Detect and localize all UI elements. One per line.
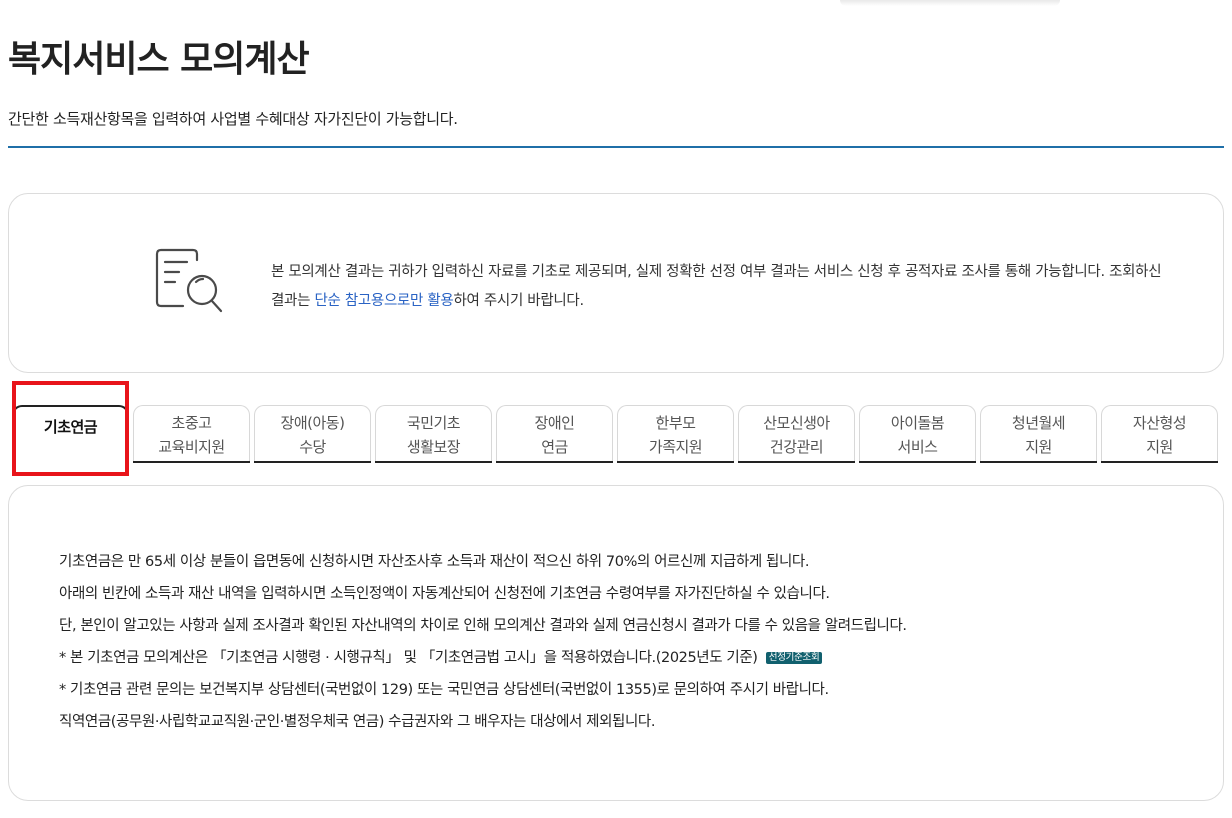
tab-label-line1: 산모신생아 [763, 413, 830, 432]
tab-label-line2: 교육비지원 [158, 437, 225, 456]
tab-label-line2: 건강관리 [769, 437, 824, 456]
tab-label-line1: 장애인 [534, 413, 575, 432]
tab-child-care-service[interactable]: 아이돌봄 서비스 [859, 405, 976, 463]
tab-label-line1: 자산형성 [1132, 413, 1187, 432]
top-shadow [840, 0, 1060, 6]
notice-box: 본 모의계산 결과는 귀하가 입력하신 자료를 기초로 제공되며, 실제 정확한… [8, 193, 1224, 373]
tab-label-line2: 생활보장 [406, 437, 461, 456]
pension-info-lines: 기초연금은 만 65세 이상 분들이 읍면동에 신청하시면 자산조사후 소득과 … [59, 551, 907, 743]
info-line: 단, 본인이 알고있는 사항과 실제 조사결과 확인된 자산내역의 차이로 인해… [59, 618, 907, 634]
info-line-text: * 본 기초연금 모의계산은 「기초연금 시행령 · 시행규칙」 및 「기초연금… [59, 650, 758, 666]
notice-text-after: 하여 주시기 바랍니다. [453, 293, 584, 309]
tab-label-line1: 아이돌봄 [890, 413, 945, 432]
info-line-with-button: * 본 기초연금 모의계산은 「기초연금 시행령 · 시행규칙」 및 「기초연금… [59, 647, 907, 679]
tab-asset-building-support[interactable]: 자산형성 지원 [1101, 405, 1218, 463]
info-line: 기초연금은 만 65세 이상 분들이 읍면동에 신청하시면 자산조사후 소득과 … [59, 554, 810, 570]
tab-label-line1: 청년월세 [1011, 413, 1066, 432]
info-line: * 기초연금 관련 문의는 보건복지부 상담센터(국번없이 129) 또는 국민… [59, 682, 829, 698]
tab-school-education-support[interactable]: 초중고 교육비지원 [133, 405, 250, 463]
tab-label-line2: 지원 [1025, 437, 1052, 456]
notice-text: 본 모의계산 결과는 귀하가 입력하신 자료를 기초로 제공되며, 실제 정확한… [271, 258, 1171, 316]
tab-basic-livelihood[interactable]: 국민기초 생활보장 [375, 405, 492, 463]
info-line: 직역연금(공무원·사립학교교직원·군인·별정우체국 연금) 수급권자와 그 배우… [59, 714, 656, 730]
tab-disability-pension[interactable]: 장애인 연금 [496, 405, 613, 463]
pension-info-box: 기초연금은 만 65세 이상 분들이 읍면동에 신청하시면 자산조사후 소득과 … [8, 485, 1224, 801]
tab-label-line2: 가족지원 [648, 437, 703, 456]
tab-basic-pension[interactable]: 기초연금 [12, 405, 129, 463]
tab-label-line1: 초중고 [171, 413, 212, 432]
page-title: 복지서비스 모의계산 [8, 39, 310, 80]
tab-disability-child-allowance[interactable]: 장애(아동) 수당 [254, 405, 371, 463]
document-search-icon [147, 246, 227, 318]
tab-label-line1: 국민기초 [406, 413, 461, 432]
tab-label-line2: 수당 [299, 437, 326, 456]
tab-label-line2: 지원 [1146, 437, 1173, 456]
tab-label: 기초연금 [43, 418, 98, 436]
info-line: 아래의 빈칸에 소득과 재산 내역을 입력하시면 소득인정액이 자동계산되어 신… [59, 586, 830, 602]
criteria-lookup-button[interactable]: 선정기준조회 [765, 652, 823, 664]
page-description: 간단한 소득재산항목을 입력하여 사업별 수혜대상 자가진단이 가능합니다. [8, 110, 458, 128]
tab-label-line1: 한부모 [655, 413, 696, 432]
tab-label-line2: 서비스 [897, 437, 938, 456]
tab-youth-rent-support[interactable]: 청년월세 지원 [980, 405, 1097, 463]
tab-label-line2: 연금 [541, 437, 568, 456]
tab-label-line1: 장애(아동) [280, 413, 345, 432]
service-tabs: 기초연금 초중고 교육비지원 장애(아동) 수당 국민기초 생활보장 장애인 연… [12, 405, 1222, 463]
notice-highlight: 단순 참고용으로만 활용 [314, 293, 454, 309]
tab-maternal-newborn-care[interactable]: 산모신생아 건강관리 [738, 405, 855, 463]
tab-single-parent-support[interactable]: 한부모 가족지원 [617, 405, 734, 463]
title-divider [8, 146, 1224, 148]
